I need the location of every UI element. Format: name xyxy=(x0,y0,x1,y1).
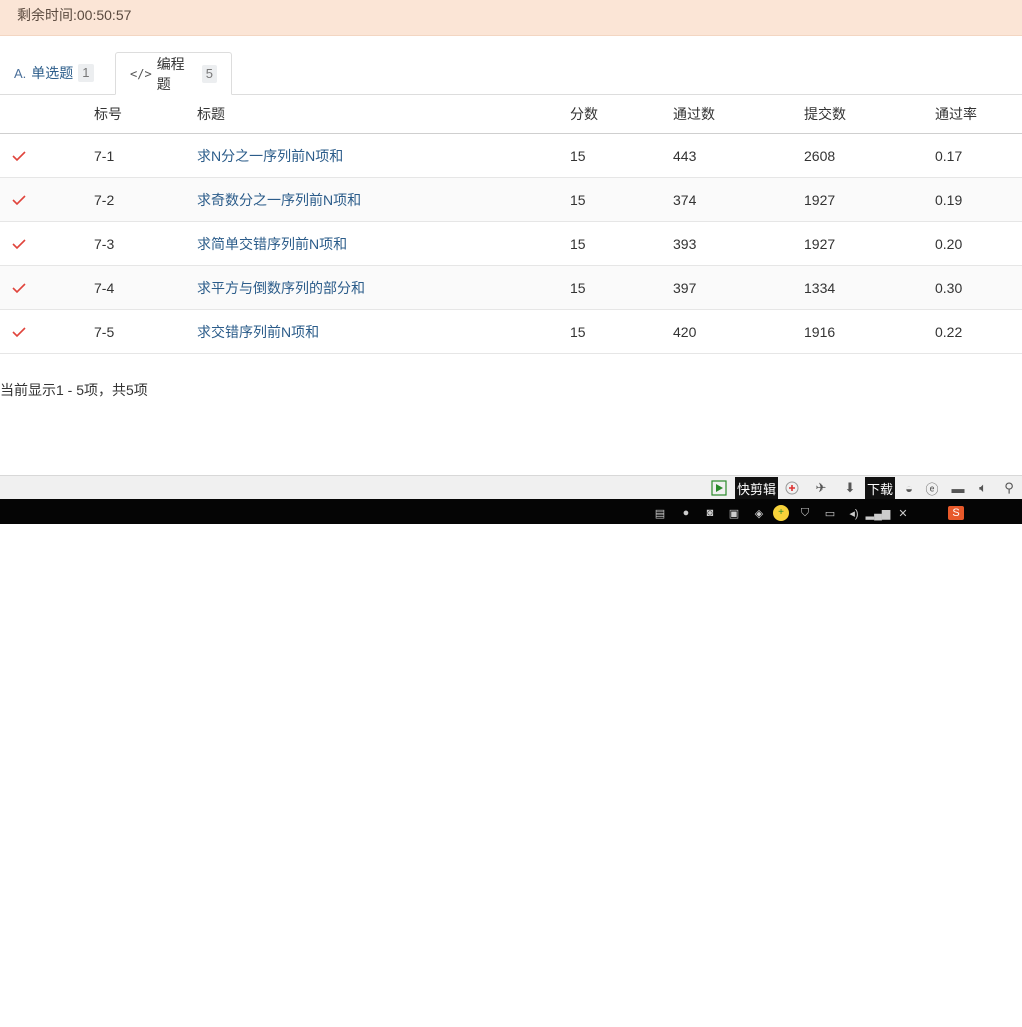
header-submissions: 提交数 xyxy=(804,106,846,122)
table-row[interactable]: 7-1 求N分之一序列前N项和 15 443 2608 0.17 xyxy=(0,134,1022,178)
shield-icon[interactable]: ⛉ xyxy=(797,506,813,520)
problem-pass-rate: 0.30 xyxy=(935,279,963,296)
download-label[interactable]: 下载 xyxy=(865,477,896,499)
monitor-icon[interactable]: ▭ xyxy=(822,506,838,520)
tab-single-choice[interactable]: A. 单选题 1 xyxy=(0,52,108,94)
ie-icon[interactable]: ⓔ xyxy=(921,477,943,499)
problem-score: 15 xyxy=(570,191,586,208)
problem-id: 7-1 xyxy=(94,147,115,164)
problem-table: 标号 标题 分数 通过数 提交数 通过率 7-1 求N分之一序列前N项和 15 … xyxy=(0,95,1022,354)
problem-title-link[interactable]: 求奇数分之一序列前N项和 xyxy=(197,178,361,221)
tab-programming[interactable]: </> 编程题 5 xyxy=(115,52,232,95)
problem-pass-rate: 0.20 xyxy=(935,235,963,252)
check-icon xyxy=(12,310,26,353)
tab-count-badge: 5 xyxy=(201,64,217,83)
single-choice-icon: A. xyxy=(14,65,27,81)
download-arrow-icon[interactable]: ⬇ xyxy=(839,477,861,499)
pagination-info: 当前显示1 - 5项，共5项 xyxy=(0,382,148,398)
problem-title-link[interactable]: 求平方与倒数序列的部分和 xyxy=(197,266,365,309)
problem-submissions: 1916 xyxy=(804,323,836,340)
problem-pass-rate: 0.19 xyxy=(935,191,963,208)
ime-language-indicator[interactable]: 英 xyxy=(922,1008,935,1027)
header-title: 标题 xyxy=(197,106,225,122)
problem-score: 15 xyxy=(570,147,586,164)
problem-id: 7-2 xyxy=(94,191,115,208)
problem-submissions: 1927 xyxy=(804,191,836,208)
taskbar-app-icon[interactable]: ▤ xyxy=(652,506,668,520)
signal-icon[interactable]: ▂▄▆ xyxy=(866,506,891,520)
problem-title-link[interactable]: 求简单交错序列前N项和 xyxy=(197,222,347,265)
check-icon xyxy=(12,134,26,177)
mask-icon[interactable]: ◒ xyxy=(898,477,920,499)
problem-passed: 374 xyxy=(673,191,697,208)
question-type-tabs: A. 单选题 1 </> 编程题 5 xyxy=(0,52,1022,95)
problem-score: 15 xyxy=(570,235,586,252)
add-green-icon[interactable]: + xyxy=(773,505,789,521)
header-id: 标号 xyxy=(94,106,122,122)
problem-pass-rate: 0.17 xyxy=(935,147,963,164)
problem-submissions: 1334 xyxy=(804,279,836,296)
problem-id: 7-3 xyxy=(94,235,115,252)
problem-title-link[interactable]: 求交错序列前N项和 xyxy=(197,310,319,353)
tab-label: 单选题 xyxy=(31,65,74,81)
speaker-icon[interactable]: ◂) xyxy=(846,506,862,520)
screenshot-app-icon[interactable]: ◈ xyxy=(751,506,767,520)
zoom-icon[interactable]: ⚲ xyxy=(998,477,1020,499)
problem-submissions: 2608 xyxy=(804,147,836,164)
header-pass-rate: 通过率 xyxy=(935,106,977,122)
browser-status-bar: 快剪辑 ✈ ⬇ 下载 ◒ ⓔ ▬ 🔈︎ ⚲ xyxy=(0,475,1022,499)
network-app-icon[interactable]: ▣ xyxy=(726,506,742,520)
medical-kit-icon[interactable] xyxy=(781,477,803,499)
problem-passed: 397 xyxy=(673,279,697,296)
table-row[interactable]: 7-4 求平方与倒数序列的部分和 15 397 1334 0.30 xyxy=(0,266,1022,310)
check-icon xyxy=(12,266,26,309)
header-score: 分数 xyxy=(570,106,598,122)
clip-app-label[interactable]: 快剪辑 xyxy=(735,477,779,499)
volume-icon[interactable]: 🔈︎ xyxy=(972,477,994,499)
table-header: 标号 标题 分数 通过数 提交数 通过率 xyxy=(0,95,1022,134)
problem-passed: 393 xyxy=(673,235,697,252)
table-row[interactable]: 7-5 求交错序列前N项和 15 420 1916 0.22 xyxy=(0,310,1022,354)
problem-pass-rate: 0.22 xyxy=(935,323,963,340)
sogou-ime-icon[interactable]: S xyxy=(948,506,964,520)
tab-label: 编程题 xyxy=(156,55,185,92)
table-row[interactable]: 7-2 求奇数分之一序列前N项和 15 374 1927 0.19 xyxy=(0,178,1022,222)
qq-icon[interactable]: ● xyxy=(678,506,694,520)
tab-count-badge: 1 xyxy=(78,64,94,82)
nvidia-icon[interactable]: ◙ xyxy=(702,506,718,520)
clip-app-icon[interactable] xyxy=(708,477,730,499)
problem-score: 15 xyxy=(570,279,586,296)
problem-submissions: 1927 xyxy=(804,235,836,252)
code-icon: </> xyxy=(130,66,152,81)
countdown-banner: 剩余时间:00:50:57 xyxy=(0,0,1022,36)
remaining-time: 剩余时间:00:50:57 xyxy=(17,7,132,23)
problem-passed: 420 xyxy=(673,323,697,340)
problem-score: 15 xyxy=(570,323,586,340)
windows-taskbar: ▤ ● ◙ ▣ ◈ + ⛉ ▭ ◂) ▂▄▆ ✕ 英 S 21:1 xyxy=(0,499,1022,1026)
check-icon xyxy=(12,222,26,265)
check-icon xyxy=(12,178,26,221)
rocket-icon[interactable]: ✈ xyxy=(810,477,832,499)
window-icon[interactable]: ▬ xyxy=(947,477,969,499)
problem-id: 7-5 xyxy=(94,323,115,340)
network-error-icon[interactable]: ✕ xyxy=(895,506,911,520)
problem-title-link[interactable]: 求N分之一序列前N项和 xyxy=(197,134,343,177)
problem-id: 7-4 xyxy=(94,279,115,296)
table-row[interactable]: 7-3 求简单交错序列前N项和 15 393 1927 0.20 xyxy=(0,222,1022,266)
taskbar-clock[interactable]: 21:1 xyxy=(996,1001,1019,1015)
header-passed: 通过数 xyxy=(673,106,715,122)
problem-passed: 443 xyxy=(673,147,697,164)
